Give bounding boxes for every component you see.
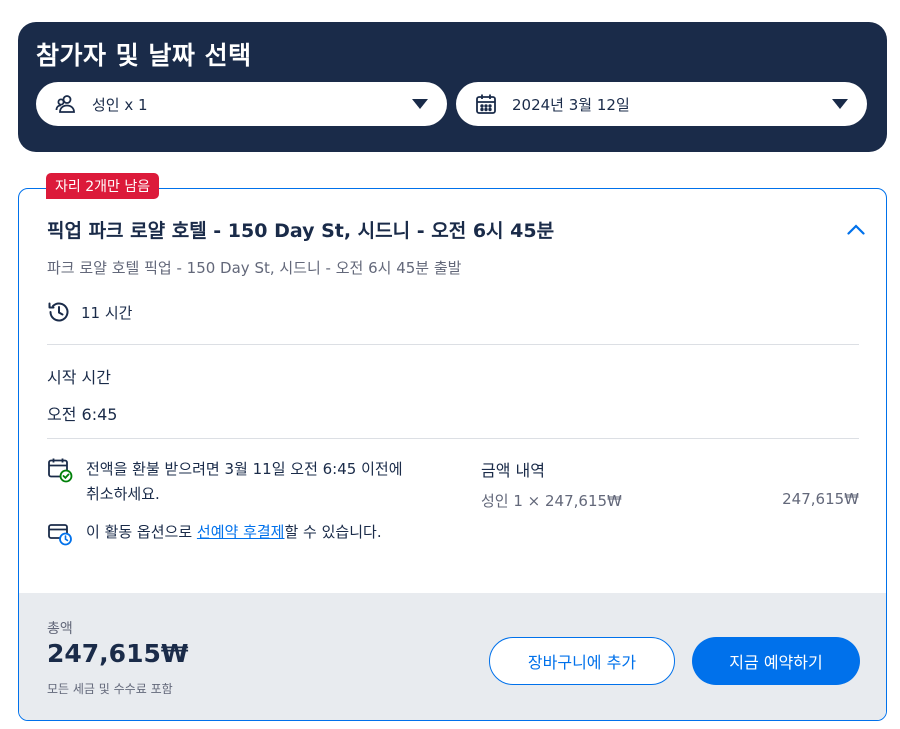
chevron-up-icon <box>847 223 865 235</box>
people-icon <box>54 92 78 116</box>
availability-badge: 자리 2개만 남음 <box>46 173 160 199</box>
option-title: 픽업 파크 로얄 호텔 - 150 Day St, 시드니 - 오전 6시 45… <box>47 220 555 242</box>
calendar-icon <box>474 92 498 116</box>
price-line-label: 성인 1 × 247,615₩ <box>481 492 622 510</box>
selector-title: 참가자 및 날짜 선택 <box>36 41 252 70</box>
date-dropdown[interactable]: 2024년 3월 12일 <box>456 82 867 126</box>
reserve-text: 이 활동 옵션으로 선예약 후결제할 수 있습니다. <box>86 520 382 546</box>
card-clock-icon <box>47 520 73 546</box>
participants-value: 성인 x 1 <box>92 95 148 114</box>
reserve-prefix: 이 활동 옵션으로 <box>86 523 197 541</box>
participant-date-selector: 참가자 및 날짜 선택 성인 x 1 2024년 3월 12일 <box>18 22 887 152</box>
price-line-amount: 247,615₩ <box>782 490 859 508</box>
participants-dropdown[interactable]: 성인 x 1 <box>36 82 447 126</box>
reserve-now-pay-later-info: 이 활동 옵션으로 선예약 후결제할 수 있습니다. <box>47 520 407 546</box>
total-label: 총액 <box>47 621 73 637</box>
book-now-button[interactable]: 지금 예약하기 <box>692 637 860 685</box>
reserve-now-pay-later-link[interactable]: 선예약 후결제 <box>197 523 285 541</box>
calendar-check-icon <box>47 457 73 483</box>
booking-footer: 총액 247,615₩ 모든 세금 및 수수료 포함 장바구니에 추가 지금 예… <box>19 593 886 720</box>
price-breakdown-heading: 금액 내역 <box>481 461 545 480</box>
free-cancellation-info: 전액을 환불 받으려면 3월 11일 오전 6:45 이전에 취소하세요. <box>47 457 407 507</box>
cancellation-policy-text: 전액을 환불 받으려면 3월 11일 오전 6:45 이전에 취소하세요. <box>86 460 403 503</box>
collapse-button[interactable] <box>844 217 868 241</box>
tour-option-card: 픽업 파크 로얄 호텔 - 150 Day St, 시드니 - 오전 6시 45… <box>18 188 887 721</box>
divider <box>47 344 859 345</box>
total-note: 모든 세금 및 수수료 포함 <box>47 682 173 696</box>
duration-text: 11 시간 <box>81 303 133 322</box>
history-clock-icon <box>47 300 71 324</box>
total-price: 247,615₩ <box>47 639 189 668</box>
start-time-value: 오전 6:45 <box>47 405 118 424</box>
add-to-cart-button[interactable]: 장바구니에 추가 <box>489 637 675 685</box>
duration-row: 11 시간 <box>47 300 132 324</box>
start-time-label: 시작 시간 <box>47 368 111 387</box>
chevron-down-icon <box>831 98 849 110</box>
divider <box>47 438 859 439</box>
date-value: 2024년 3월 12일 <box>512 95 630 114</box>
chevron-down-icon <box>411 98 429 110</box>
option-subtitle: 파크 로얄 호텔 픽업 - 150 Day St, 시드니 - 오전 6시 45… <box>47 259 462 277</box>
reserve-suffix: 할 수 있습니다. <box>284 523 382 541</box>
